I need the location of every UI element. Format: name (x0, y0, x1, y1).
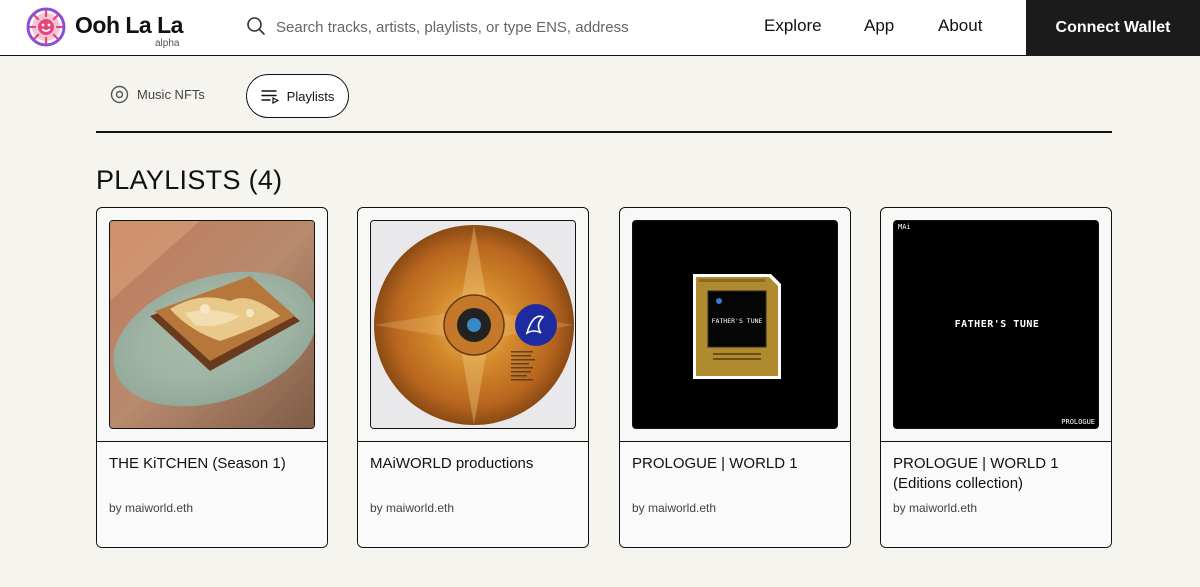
brand-name[interactable]: Ooh La La (75, 12, 183, 39)
playlist-title: THE KiTCHEN (Season 1) (109, 455, 286, 472)
playlist-cover-image (109, 220, 315, 429)
playlist-icon (260, 90, 279, 104)
playlist-cover-image: MAi FATHER'S TUNE PROLOGUE (893, 220, 1099, 429)
logo-icon[interactable] (26, 7, 66, 47)
search-input[interactable] (270, 14, 730, 40)
playlist-cover-image: FATHER'S TUNE (632, 220, 838, 429)
tab-music-nfts-label: Music NFTs (137, 87, 205, 102)
playlist-card[interactable]: MAi FATHER'S TUNE PROLOGUE PROLOGUE | WO… (880, 207, 1112, 548)
playlist-title: PROLOGUE | WORLD 1 (Editions collection) (893, 455, 1059, 492)
playlist-author: by maiworld.eth (893, 501, 978, 515)
playlist-author: by maiworld.eth (109, 501, 194, 515)
playlist-title: PROLOGUE | WORLD 1 (632, 455, 798, 472)
alpha-badge: alpha (155, 38, 180, 49)
tab-music-nfts[interactable]: Music NFTs (110, 85, 205, 104)
nav-about[interactable]: About (938, 16, 982, 36)
connect-wallet-label: Connect Wallet (1055, 19, 1171, 36)
tab-playlists[interactable]: Playlists (246, 74, 349, 118)
section-heading: PLAYLISTS (4) (96, 165, 283, 195)
playlist-author: by maiworld.eth (632, 501, 717, 515)
connect-wallet-button[interactable]: Connect Wallet (1026, 0, 1200, 56)
poster-corner-label: MAi (898, 223, 911, 231)
tab-playlists-label: Playlists (286, 88, 335, 104)
search-icon (247, 17, 265, 35)
poster-footer-label: PROLOGUE (1061, 418, 1095, 426)
playlist-title: MAiWORLD productions (370, 455, 534, 472)
playlist-card[interactable]: MAiWORLD productions by maiworld.eth (357, 207, 589, 548)
top-header: Ooh La La alpha Explore App About Connec… (0, 0, 1200, 56)
nav-app[interactable]: App (864, 16, 894, 36)
playlist-card[interactable]: THE KiTCHEN (Season 1) by maiworld.eth (96, 207, 328, 548)
playlist-author: by maiworld.eth (370, 501, 455, 515)
cartridge-text: FATHER'S TUNE (712, 317, 763, 325)
disc-icon (110, 85, 129, 104)
playlist-card[interactable]: FATHER'S TUNE PROLOGUE | WORLD 1 by maiw… (619, 207, 851, 548)
poster-title: FATHER'S TUNE (954, 319, 1040, 330)
nav-explore[interactable]: Explore (764, 16, 822, 36)
tabs-divider (96, 131, 1112, 133)
playlist-cover-image (370, 220, 576, 429)
